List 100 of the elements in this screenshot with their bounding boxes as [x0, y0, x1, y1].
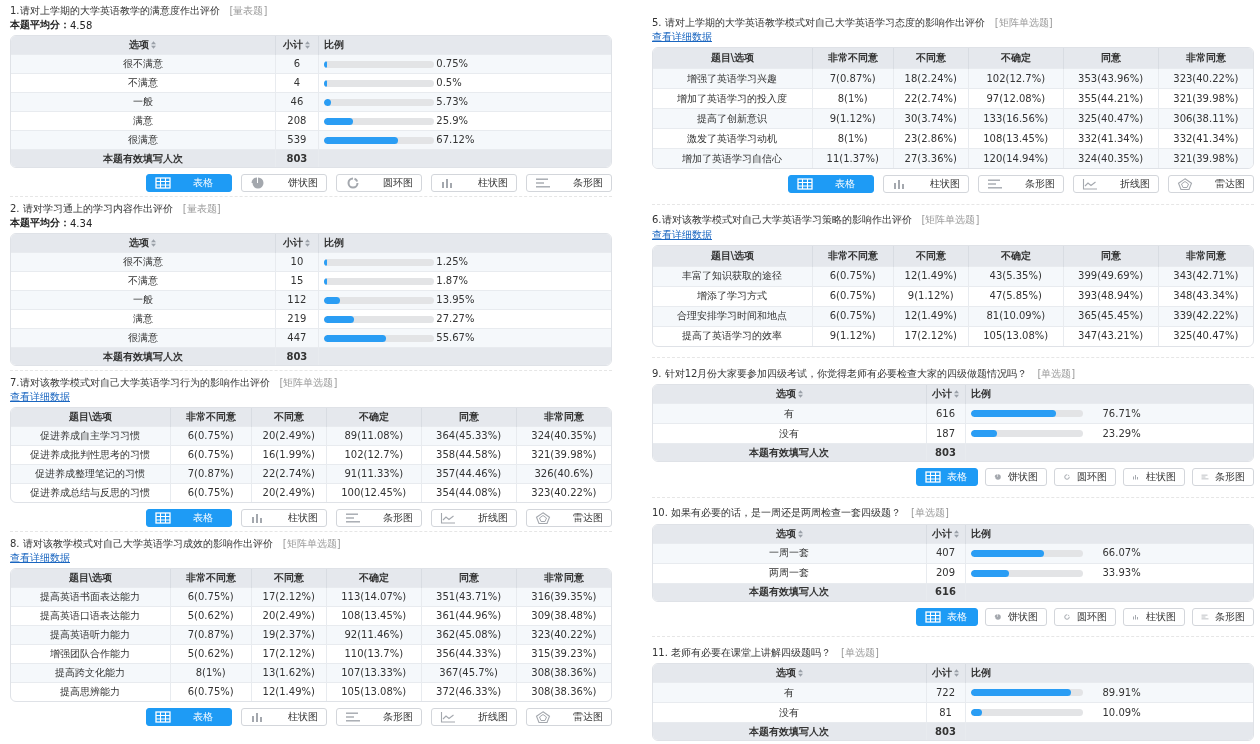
pie-chart-icon [250, 177, 266, 189]
table-cell: 353(43.96%) [1063, 68, 1159, 89]
table-cell: 很满意 [11, 328, 275, 348]
table-cell: 6(0.75%) [170, 587, 252, 607]
table-cell: 22(2.74%) [251, 464, 327, 484]
average-label: 本题平均分： [10, 18, 70, 32]
view-button[interactable]: 饼状图 [241, 174, 327, 192]
column-header: 不同意 [915, 52, 946, 63]
table-cell: 722 [926, 682, 965, 703]
table-cell: 133(16.56%) [968, 108, 1064, 129]
percent-label: 89.91% [1102, 686, 1141, 699]
table-cell: 9(1.12%) [812, 108, 894, 129]
column-header: 小计 [283, 237, 304, 249]
table-cell: 有 [653, 403, 926, 424]
sort-icon[interactable] [954, 529, 959, 538]
table-cell: 105(13.08%) [326, 682, 422, 701]
table-icon [155, 711, 171, 723]
column-header: 选项 [775, 667, 796, 679]
view-button[interactable]: 折线图 [1073, 175, 1159, 193]
table-cell: 本题有效填写人次 [653, 722, 926, 740]
view-button[interactable]: 条形图 [1192, 468, 1254, 486]
column-header: 同意 [1100, 249, 1121, 261]
view-button[interactable]: 条形图 [336, 708, 422, 726]
view-button[interactable]: 柱状图 [1123, 468, 1185, 486]
sort-icon[interactable] [954, 390, 959, 398]
view-button[interactable]: 柱状图 [241, 708, 327, 726]
table-cell: 91(11.33%) [326, 464, 422, 484]
table-cell: 30(3.74%) [893, 108, 969, 129]
ring-icon [345, 177, 361, 189]
column-header: 题目\选项 [710, 52, 755, 63]
view-button[interactable]: 条形图 [526, 174, 612, 192]
column-header: 题目\选项 [68, 572, 113, 583]
table-cell: 308(38.36%) [516, 682, 611, 701]
column-header: 小计 [932, 388, 952, 400]
table-cell: 326(40.6%) [516, 464, 611, 484]
percent-label: 5.73% [436, 96, 469, 108]
details-link[interactable]: 查看详细数据 [10, 390, 70, 404]
radar-chart-icon [535, 512, 551, 524]
table-cell: 11(1.37%) [812, 148, 894, 168]
percent-label: 1.87% [436, 275, 469, 287]
table-cell: 308(38.36%) [516, 663, 611, 683]
view-button[interactable]: 条形图 [978, 175, 1064, 193]
table-cell: 81(10.09%) [968, 306, 1064, 326]
table-cell: 促进养成总结与反思的习惯 [11, 483, 171, 502]
table-cell: 13(1.62%) [251, 663, 327, 683]
view-button[interactable]: 雷达图 [526, 708, 612, 726]
column-header: 非常同意 [1185, 52, 1226, 63]
view-button[interactable]: 饼状图 [985, 607, 1047, 626]
table-cell: 6(0.75%) [170, 483, 252, 502]
view-button[interactable]: 柱状图 [883, 175, 969, 193]
view-button[interactable]: 雷达图 [1168, 175, 1254, 193]
sort-icon[interactable] [305, 239, 311, 247]
table-cell: 539 [275, 130, 319, 150]
details-link[interactable]: 查看详细数据 [10, 551, 70, 565]
view-button[interactable]: 柱状图 [1123, 607, 1185, 626]
table-cell: 一般 [11, 92, 275, 112]
column-header: 比例 [324, 39, 345, 51]
view-button[interactable]: 柱状图 [241, 509, 327, 527]
sort-icon[interactable] [954, 669, 959, 677]
details-link[interactable]: 查看详细数据 [652, 227, 712, 242]
details-link[interactable]: 查看详细数据 [652, 30, 712, 44]
question-type-tag: [矩阵单选题] [921, 213, 980, 227]
view-button[interactable]: 条形图 [1192, 607, 1254, 626]
table-cell: 本题有效填写人次 [11, 347, 275, 365]
ring-icon [1063, 471, 1071, 483]
sort-icon[interactable] [797, 529, 803, 538]
sort-icon[interactable] [797, 390, 803, 398]
question-type-tag: [矩阵单选题] [994, 15, 1053, 30]
table-cell: 8(1%) [170, 663, 252, 683]
sort-icon[interactable] [151, 239, 157, 247]
table-cell: 9(1.12%) [812, 326, 894, 346]
view-button[interactable]: 折线图 [431, 708, 517, 726]
table-cell: 20(2.49%) [251, 426, 327, 446]
view-button[interactable]: 饼状图 [985, 468, 1047, 486]
table-cell: 105(13.08%) [968, 326, 1064, 346]
table-cell: 321(39.98%) [1158, 148, 1253, 168]
table-cell: 316(39.35%) [516, 587, 611, 607]
view-button[interactable]: 柱状图 [431, 174, 517, 192]
column-header: 小计 [932, 667, 952, 679]
table-cell: 357(44.46%) [421, 464, 517, 484]
view-button[interactable]: 圆环图 [336, 174, 422, 192]
sort-icon[interactable] [305, 41, 311, 49]
table-cell: 46 [275, 92, 319, 112]
table-cell: 一般 [11, 290, 275, 310]
sort-icon[interactable] [151, 41, 157, 49]
view-button[interactable]: 条形图 [336, 509, 422, 527]
column-header: 不确定 [358, 411, 389, 422]
sort-icon[interactable] [797, 669, 803, 677]
table-cell: 有 [653, 682, 926, 703]
view-button[interactable]: 圆环图 [1054, 607, 1116, 626]
view-button[interactable]: 圆环图 [1054, 468, 1116, 486]
table-cell: 325(40.47%) [1158, 326, 1253, 346]
table-cell: 324(40.35%) [516, 426, 611, 446]
table-cell: 7(0.87%) [812, 68, 894, 89]
table-icon [797, 178, 813, 190]
column-header: 比例 [970, 388, 991, 400]
question-type-tag: [量表题] [229, 3, 268, 18]
view-button[interactable]: 折线图 [431, 509, 517, 527]
table-cell: 399(49.69%) [1063, 266, 1159, 286]
view-button[interactable]: 雷达图 [526, 509, 612, 527]
